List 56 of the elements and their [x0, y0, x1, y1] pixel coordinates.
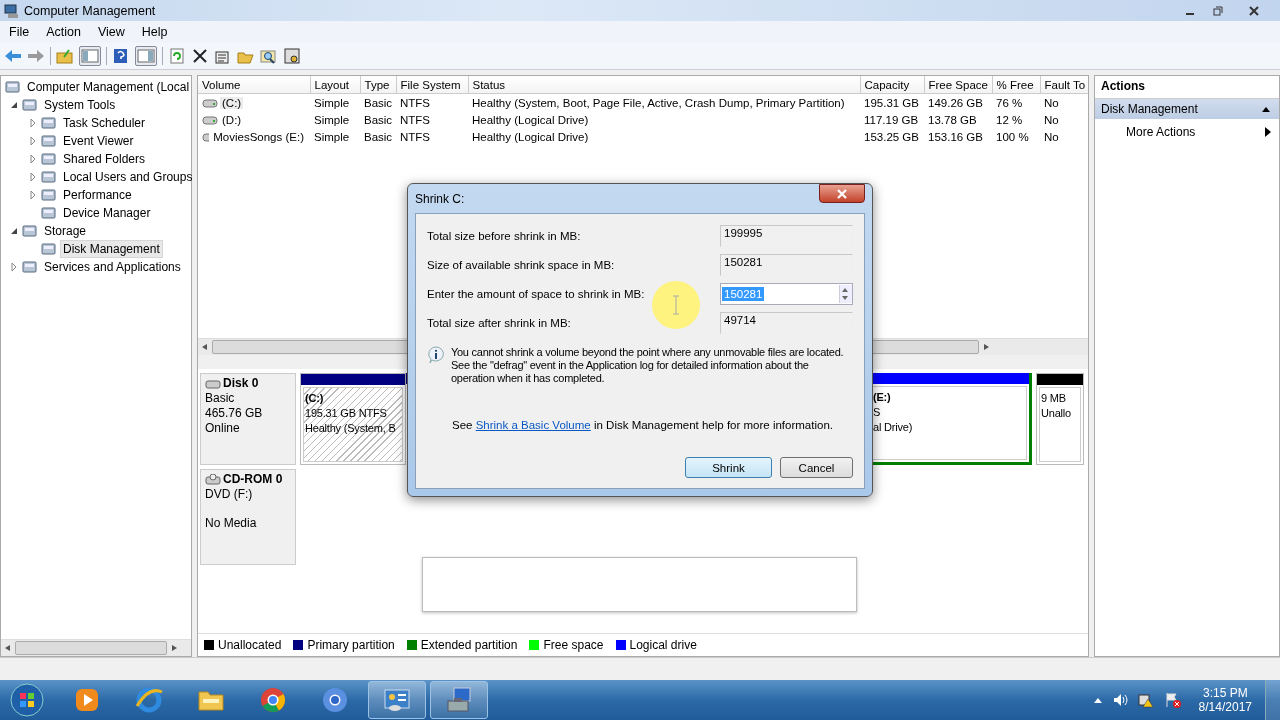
window-title: Computer Management — [24, 3, 156, 18]
partition-label: S — [873, 405, 882, 420]
table-cell: 153.25 GB — [864, 130, 919, 143]
table-cell: 76 % — [996, 96, 1023, 109]
legend-label: Free space — [543, 638, 604, 652]
table-cell: No — [1044, 96, 1059, 109]
legend-label: Extended partition — [420, 638, 518, 652]
partition-label: Healthy (System, B — [305, 421, 397, 436]
section-title: Disk Management — [1101, 102, 1198, 116]
disk-status: No Media — [205, 516, 258, 531]
table-cell: No — [1044, 130, 1059, 143]
info-text: You cannot shrink a volume beyond the point where any unmovable files are located. See the "defrag" event in the Application log for detailed information about the operation when it has completed. — [450, 346, 845, 385]
table-cell: 153.16 GB — [928, 130, 983, 143]
partition-label: 9 MB — [1041, 391, 1067, 406]
disk-name: CD-ROM 0 — [223, 472, 283, 487]
field-label: Enter the amount of space to shrink in MB: — [427, 288, 646, 300]
table-cell: 13.78 GB — [928, 113, 977, 126]
table-cell: NTFS — [400, 130, 431, 143]
table-cell: Basic — [364, 96, 393, 109]
legend-label: Primary partition — [307, 638, 395, 652]
help-text: See Shrink a Basic Volume in Disk Management help for more information. — [452, 419, 834, 431]
field-label: Size of available shrink space in MB: — [427, 259, 616, 271]
table-cell: Healthy (System, Boot, Page File, Active, Crash Dump, Primary Partition) — [472, 96, 845, 109]
readonly-field: 49714 — [720, 312, 853, 334]
disk-detail: DVD (F:) — [205, 487, 254, 502]
table-cell: Simple — [314, 130, 350, 143]
field-label: Total size after shrink in MB: — [427, 317, 572, 329]
disk-detail: Basic — [205, 391, 236, 406]
table-cell: 149.26 GB — [928, 96, 983, 109]
table-cell: Healthy (Logical Drive) — [472, 130, 589, 143]
table-cell: NTFS — [400, 96, 431, 109]
partition-label: 195.31 GB NTFS — [305, 406, 388, 421]
disk-name: Disk 0 — [223, 376, 259, 391]
table-cell: 12 % — [996, 113, 1023, 126]
table-cell: NTFS — [400, 113, 431, 126]
table-cell: Healthy (Logical Drive) — [472, 113, 589, 126]
readonly-field: 199995 — [720, 225, 853, 247]
disk-detail: 465.76 GB — [205, 406, 264, 421]
table-cell: 195.31 GB — [864, 96, 919, 109]
partition-label: al Drive) — [873, 420, 914, 435]
table-cell: Basic — [364, 130, 393, 143]
partition-label: (E:) — [873, 390, 892, 405]
disk-detail: Online — [205, 421, 241, 436]
table-cell: 117.19 GB — [864, 113, 919, 126]
legend-label: Logical drive — [629, 638, 697, 652]
dialog-title: Shrink C: — [415, 191, 465, 206]
table-cell: 100 % — [996, 130, 1029, 143]
partition-label: Unallo — [1041, 406, 1072, 421]
legend-label: Unallocated — [218, 638, 282, 652]
table-cell: Simple — [314, 113, 350, 126]
table-cell: Basic — [364, 113, 393, 126]
table-cell: Simple — [314, 96, 350, 109]
readonly-field: 150281 — [720, 254, 853, 276]
table-cell: No — [1044, 113, 1059, 126]
field-label: Total size before shrink in MB: — [427, 230, 582, 242]
partition-label: (C:) — [305, 391, 325, 406]
